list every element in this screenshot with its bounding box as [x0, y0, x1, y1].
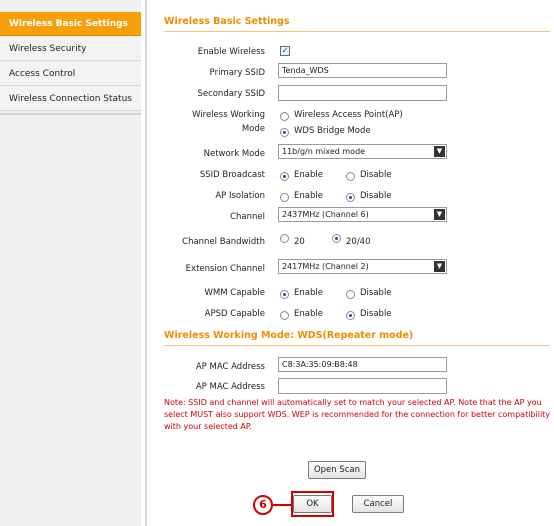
ap-isolation-disable-radio[interactable] — [346, 193, 355, 202]
working-mode-ap-radio[interactable] — [280, 112, 289, 121]
sidebar-item-wireless-connection-status[interactable]: Wireless Connection Status — [0, 87, 141, 111]
ap-isolation-disable-label: Disable — [360, 191, 392, 201]
ap-mac-label-2: AP MAC Address — [195, 382, 265, 392]
wmm-disable-radio[interactable] — [346, 290, 355, 299]
ssid-broadcast-label: SSID Broadcast — [199, 170, 265, 180]
bandwidth-20-40-label: 20/40 — [346, 237, 371, 247]
sidebar-item-wireless-basic-settings[interactable]: Wireless Basic Settings — [0, 12, 141, 36]
ssid-broadcast-disable-label: Disable — [360, 170, 392, 180]
main-content: Wireless Basic Settings Enable Wireless … — [147, 0, 554, 526]
working-mode-label-2: Mode — [241, 124, 265, 134]
working-mode-wds-radio[interactable] — [280, 128, 289, 137]
ap-isolation-label: AP Isolation — [215, 191, 265, 201]
enable-wireless-checkbox[interactable]: ✓ — [280, 46, 290, 56]
working-mode-label: Wireless Working — [192, 110, 265, 120]
working-mode-ap-label: Wireless Access Point(AP) — [294, 110, 403, 120]
extension-channel-select[interactable]: 2417MHz (Channel 2) ▼ — [278, 259, 447, 274]
apsd-enable-label: Enable — [294, 309, 323, 319]
sidebar: Wireless Basic Settings Wireless Securit… — [0, 0, 141, 526]
cancel-button[interactable]: Cancel — [352, 495, 404, 513]
wmm-disable-label: Disable — [360, 288, 392, 298]
ap-mac-label-1: AP MAC Address — [195, 362, 265, 372]
chevron-down-icon: ▼ — [434, 209, 445, 220]
channel-bandwidth-label: Channel Bandwidth — [182, 237, 265, 247]
primary-ssid-input[interactable]: Tenda_WDS — [278, 63, 447, 78]
secondary-ssid-label: Secondary SSID — [197, 89, 265, 99]
ap-isolation-enable-label: Enable — [294, 191, 323, 201]
channel-select[interactable]: 2437MHz (Channel 6) ▼ — [278, 207, 447, 222]
chevron-down-icon: ▼ — [434, 146, 445, 157]
bandwidth-20-label: 20 — [294, 237, 305, 247]
wds-note: Note: SSID and channel will automaticall… — [164, 398, 551, 431]
channel-label: Channel — [230, 212, 265, 222]
primary-ssid-label: Primary SSID — [209, 68, 265, 78]
apsd-label: APSD Capable — [204, 309, 265, 319]
network-mode-label: Network Mode — [203, 149, 265, 159]
section-title-wds: Wireless Working Mode: WDS(Repeater mode… — [164, 330, 414, 341]
ap-mac-input-2[interactable] — [278, 378, 447, 394]
section-rule — [164, 345, 550, 346]
ssid-broadcast-enable-label: Enable — [294, 170, 323, 180]
ok-highlight-box — [291, 491, 334, 517]
ap-isolation-enable-radio[interactable] — [280, 193, 289, 202]
ap-mac-input-1[interactable]: C8:3A:35:09:B8:48 — [278, 357, 447, 372]
secondary-ssid-input[interactable] — [278, 85, 447, 101]
network-mode-value: 11b/g/n mixed mode — [282, 147, 366, 156]
ssid-broadcast-enable-radio[interactable] — [280, 172, 289, 181]
bandwidth-20-radio[interactable] — [280, 234, 289, 243]
apsd-enable-radio[interactable] — [280, 311, 289, 320]
step-number-badge: 6 — [253, 495, 273, 515]
working-mode-wds-label: WDS Bridge Mode — [294, 126, 371, 136]
open-scan-button[interactable]: Open Scan — [308, 461, 366, 479]
chevron-down-icon: ▼ — [434, 261, 445, 272]
section-title-basic: Wireless Basic Settings — [164, 16, 290, 27]
step-arrow — [271, 504, 291, 506]
section-rule — [164, 31, 550, 32]
wmm-enable-label: Enable — [294, 288, 323, 298]
network-mode-select[interactable]: 11b/g/n mixed mode ▼ — [278, 144, 447, 159]
extension-channel-label: Extension Channel — [185, 264, 265, 274]
bandwidth-20-40-radio[interactable] — [332, 234, 341, 243]
enable-wireless-label: Enable Wireless — [197, 47, 265, 57]
sidebar-item-access-control[interactable]: Access Control — [0, 62, 141, 86]
sidebar-divider — [0, 113, 141, 115]
wmm-enable-radio[interactable] — [280, 290, 289, 299]
extension-channel-value: 2417MHz (Channel 2) — [282, 262, 369, 271]
apsd-disable-radio[interactable] — [346, 311, 355, 320]
wmm-label: WMM Capable — [204, 288, 265, 298]
apsd-disable-label: Disable — [360, 309, 392, 319]
sidebar-item-wireless-security[interactable]: Wireless Security — [0, 37, 141, 61]
ssid-broadcast-disable-radio[interactable] — [346, 172, 355, 181]
channel-value: 2437MHz (Channel 6) — [282, 210, 369, 219]
